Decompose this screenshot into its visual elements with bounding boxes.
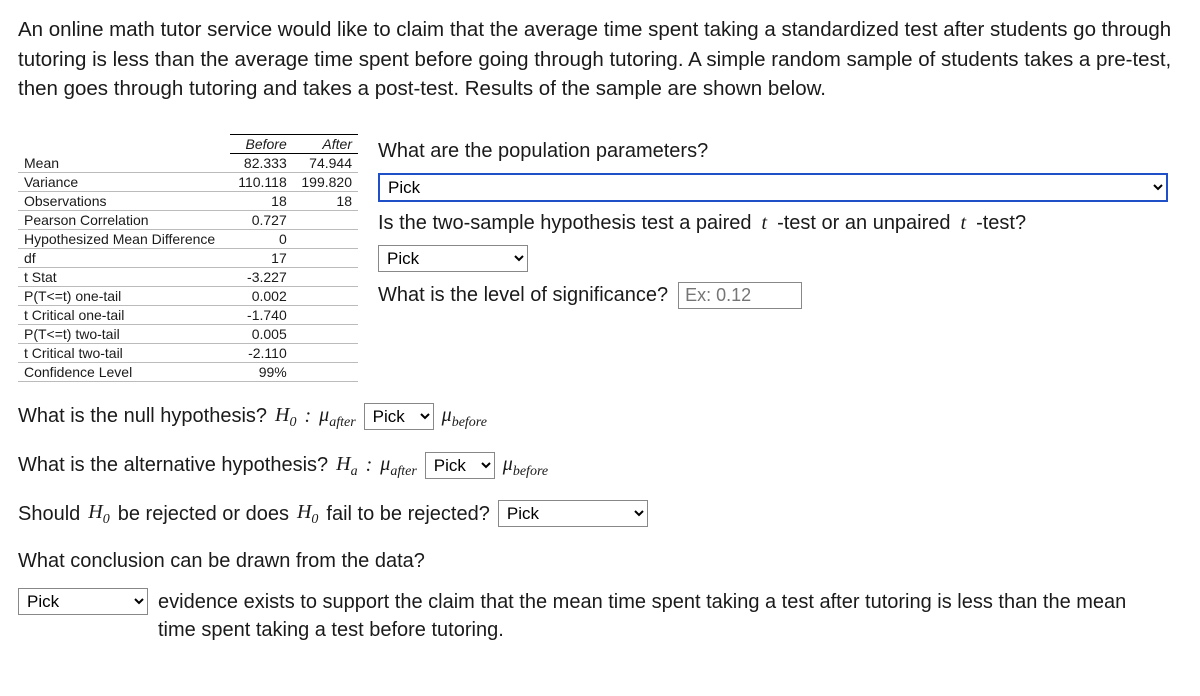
text: fail to be rejected? — [326, 495, 489, 533]
cell — [293, 287, 358, 306]
text: -test or an unpaired — [777, 212, 950, 235]
cell: 0.005 — [230, 325, 293, 344]
cell: 18 — [293, 192, 358, 211]
table-row: Mean82.33374.944 — [18, 154, 358, 173]
mu-before-symbol: μbefore — [503, 445, 548, 486]
h0-symbol: H0 — [88, 493, 109, 534]
row-label: Pearson Correlation — [18, 211, 230, 230]
q-population-parameters: What are the population parameters? — [378, 140, 1182, 163]
row-label: Confidence Level — [18, 363, 230, 382]
h0-symbol: H0 — [297, 493, 318, 534]
table-row: df17 — [18, 249, 358, 268]
cell: -3.227 — [230, 268, 293, 287]
cell: 0.727 — [230, 211, 293, 230]
row-label: t Stat — [18, 268, 230, 287]
table-row: Confidence Level99% — [18, 363, 358, 382]
select-population-parameters[interactable]: Pick — [378, 173, 1168, 202]
cell — [293, 249, 358, 268]
cell — [293, 306, 358, 325]
cell — [293, 230, 358, 249]
row-label: Hypothesized Mean Difference — [18, 230, 230, 249]
cell: -1.740 — [230, 306, 293, 325]
table-row: P(T<=t) one-tail0.002 — [18, 287, 358, 306]
colon: : — [366, 446, 373, 484]
text: Should — [18, 495, 80, 533]
row-label: Mean — [18, 154, 230, 173]
header-blank — [18, 135, 230, 154]
select-paired-unpaired[interactable]: Pick — [378, 245, 528, 272]
table-row: Pearson Correlation0.727 — [18, 211, 358, 230]
conclusion-tail: evidence exists to support the claim tha… — [158, 588, 1158, 644]
table-row: t Critical two-tail-2.110 — [18, 344, 358, 363]
select-null-relation[interactable]: Pick — [364, 403, 434, 430]
text: be rejected or does — [118, 495, 289, 533]
row-label: P(T<=t) two-tail — [18, 325, 230, 344]
table-row: P(T<=t) two-tail0.005 — [18, 325, 358, 344]
cell: 199.820 — [293, 173, 358, 192]
stats-table: Before After Mean82.33374.944 Variance11… — [18, 134, 358, 382]
cell — [293, 211, 358, 230]
table-row: t Stat-3.227 — [18, 268, 358, 287]
select-reject[interactable]: Pick — [498, 500, 648, 527]
cell: 18 — [230, 192, 293, 211]
cell — [293, 344, 358, 363]
cell: 110.118 — [230, 173, 293, 192]
q-significance: What is the level of significance? — [378, 284, 668, 307]
q-null-hypothesis: What is the null hypothesis? — [18, 397, 267, 435]
cell: 99% — [230, 363, 293, 382]
table-row: Hypothesized Mean Difference0 — [18, 230, 358, 249]
input-significance[interactable] — [678, 282, 802, 309]
text: Is the two-sample hypothesis test a pair… — [378, 212, 752, 235]
q-paired-unpaired: Is the two-sample hypothesis test a pair… — [378, 212, 1182, 235]
cell: 74.944 — [293, 154, 358, 173]
table-row: Observations1818 — [18, 192, 358, 211]
cell — [293, 363, 358, 382]
cell: 82.333 — [230, 154, 293, 173]
row-label: Observations — [18, 192, 230, 211]
select-conclusion[interactable]: Pick — [18, 588, 148, 615]
cell — [293, 268, 358, 287]
cell: -2.110 — [230, 344, 293, 363]
ha-symbol: Ha — [336, 445, 357, 486]
t-symbol: t — [762, 212, 768, 235]
cell: 0.002 — [230, 287, 293, 306]
mu-before-symbol: μbefore — [442, 396, 487, 437]
cell: 0 — [230, 230, 293, 249]
header-after: After — [293, 135, 358, 154]
table-row: Variance110.118199.820 — [18, 173, 358, 192]
row-label: Variance — [18, 173, 230, 192]
cell: 17 — [230, 249, 293, 268]
row-label: P(T<=t) one-tail — [18, 287, 230, 306]
colon: : — [304, 397, 311, 435]
row-label: df — [18, 249, 230, 268]
header-before: Before — [230, 135, 293, 154]
h0-symbol: H0 — [275, 396, 296, 437]
q-alt-hypothesis: What is the alternative hypothesis? — [18, 446, 328, 484]
t-symbol: t — [961, 212, 967, 235]
cell — [293, 325, 358, 344]
mu-after-symbol: μafter — [380, 445, 417, 486]
q-conclusion: What conclusion can be drawn from the da… — [18, 542, 1182, 580]
select-alt-relation[interactable]: Pick — [425, 452, 495, 479]
row-label: t Critical two-tail — [18, 344, 230, 363]
table-row: t Critical one-tail-1.740 — [18, 306, 358, 325]
text: -test? — [976, 212, 1026, 235]
intro-paragraph: An online math tutor service would like … — [18, 15, 1182, 104]
mu-after-symbol: μafter — [319, 396, 356, 437]
row-label: t Critical one-tail — [18, 306, 230, 325]
